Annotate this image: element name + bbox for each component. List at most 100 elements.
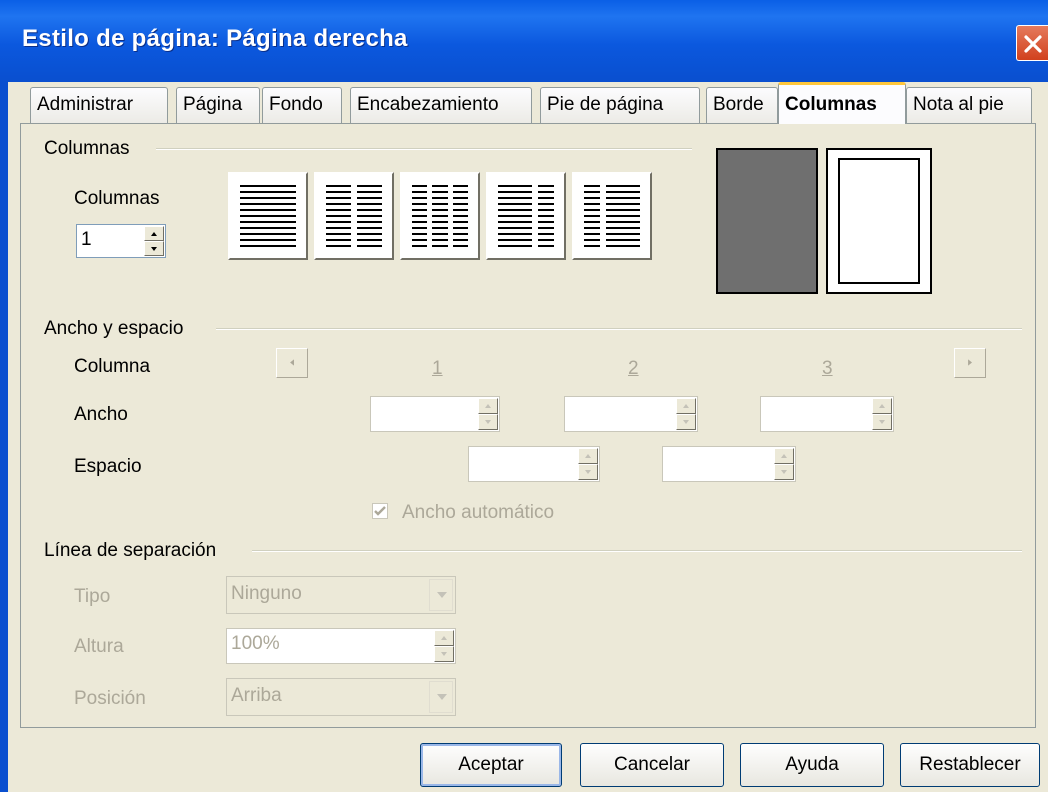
- tab-label: Nota al pie: [913, 94, 1004, 115]
- type-label: Tipo: [74, 586, 111, 607]
- column-number-3: 3: [822, 358, 833, 379]
- three-columns-icon: [412, 185, 468, 247]
- tab-label: Encabezamiento: [357, 94, 499, 115]
- two-columns-icon: [326, 185, 382, 247]
- next-column-button[interactable]: 🢒: [954, 348, 986, 378]
- right-wide-columns-icon: [584, 185, 640, 247]
- group-label-linea-separacion: Línea de separación: [44, 540, 217, 561]
- columns-count-stepper[interactable]: 1: [76, 224, 166, 258]
- window-title: Estilo de página: Página derecha: [22, 25, 408, 52]
- close-icon: [1024, 35, 1042, 53]
- arrow-up-icon: [485, 404, 491, 408]
- width-label: Ancho: [74, 404, 128, 425]
- dropdown-button[interactable]: [429, 681, 453, 713]
- tab-encabezamiento[interactable]: Encabezamiento: [350, 87, 532, 123]
- columns-count-value: 1: [81, 229, 92, 250]
- auto-width-label: Ancho automático: [402, 502, 555, 523]
- window-frame-left: [0, 82, 8, 792]
- cancel-button[interactable]: Cancelar: [580, 743, 724, 787]
- spacing-label: Espacio: [74, 456, 142, 477]
- arrow-down-icon: [441, 652, 447, 656]
- position-label: Posición: [74, 688, 146, 709]
- reset-button[interactable]: Restablecer: [900, 743, 1040, 787]
- stepper-down-button[interactable]: [434, 646, 454, 662]
- stepper-up-button[interactable]: [144, 226, 164, 241]
- width-field-3[interactable]: [760, 396, 894, 432]
- stepper-up-button[interactable]: [774, 448, 794, 464]
- height-field[interactable]: 100%: [226, 628, 456, 664]
- stepper-down-button[interactable]: [578, 464, 598, 480]
- chevron-down-icon: [437, 694, 447, 700]
- type-value: Ninguno: [231, 583, 302, 604]
- tab-administrar[interactable]: Administrar: [30, 87, 168, 123]
- width-field-2[interactable]: [564, 396, 698, 432]
- columns-count-label: Columnas: [74, 188, 160, 209]
- preset-one-column-button[interactable]: [228, 172, 308, 260]
- position-value: Arriba: [231, 685, 282, 706]
- stepper-up-button[interactable]: [578, 448, 598, 464]
- divider: [252, 550, 1022, 552]
- tab-label: Columnas: [785, 94, 877, 115]
- type-select[interactable]: Ninguno: [226, 576, 456, 614]
- spacing-field-1[interactable]: [468, 446, 600, 482]
- height-value: 100%: [231, 633, 280, 654]
- arrow-up-icon: [151, 231, 157, 236]
- arrow-right-icon: 🢒: [967, 354, 973, 370]
- arrow-up-icon: [683, 404, 689, 408]
- group-label-ancho-espacio: Ancho y espacio: [44, 318, 184, 339]
- stepper-down-button[interactable]: [676, 414, 696, 430]
- arrow-down-icon: [485, 420, 491, 424]
- column-number-2: 2: [628, 358, 639, 379]
- column-number-1: 1: [432, 358, 443, 379]
- help-button[interactable]: Ayuda: [740, 743, 884, 787]
- tab-pagina[interactable]: Página: [176, 87, 260, 123]
- arrow-down-icon: [151, 246, 157, 251]
- arrow-down-icon: [585, 470, 591, 474]
- position-select[interactable]: Arriba: [226, 678, 456, 716]
- preset-left-wide-button[interactable]: [486, 172, 566, 260]
- width-field-1[interactable]: [370, 396, 500, 432]
- tab-nota-al-pie[interactable]: Nota al pie: [906, 87, 1032, 123]
- tab-pie-de-pagina[interactable]: Pie de página: [540, 87, 700, 123]
- arrow-up-icon: [879, 404, 885, 408]
- preset-three-columns-button[interactable]: [400, 172, 480, 260]
- close-button[interactable]: [1016, 25, 1048, 61]
- height-label: Altura: [74, 636, 124, 657]
- stepper-down-button[interactable]: [774, 464, 794, 480]
- prev-column-button[interactable]: 🢐: [276, 348, 308, 378]
- tab-fondo[interactable]: Fondo: [262, 87, 342, 123]
- auto-width-checkbox[interactable]: [372, 503, 388, 519]
- column-label: Columna: [74, 356, 151, 377]
- divider: [216, 328, 1022, 330]
- stepper-down-button[interactable]: [144, 241, 164, 256]
- tab-label: Pie de página: [547, 94, 664, 115]
- preset-right-wide-button[interactable]: [572, 172, 652, 260]
- tab-label: Página: [183, 94, 243, 115]
- stepper-up-button[interactable]: [478, 398, 498, 414]
- preview-left-page: [716, 148, 818, 294]
- preset-two-columns-button[interactable]: [314, 172, 394, 260]
- stepper-up-button[interactable]: [872, 398, 892, 414]
- preview-right-page: [826, 148, 932, 294]
- arrow-down-icon: [781, 470, 787, 474]
- stepper-down-button[interactable]: [872, 414, 892, 430]
- spacing-field-2[interactable]: [662, 446, 796, 482]
- tab-label: Fondo: [269, 94, 323, 115]
- stepper-up-button[interactable]: [676, 398, 696, 414]
- stepper-down-button[interactable]: [478, 414, 498, 430]
- dropdown-button[interactable]: [429, 579, 453, 611]
- arrow-down-icon: [879, 420, 885, 424]
- arrow-down-icon: [683, 420, 689, 424]
- divider: [156, 148, 692, 150]
- tab-columnas[interactable]: Columnas: [778, 82, 906, 124]
- chevron-down-icon: [437, 592, 447, 598]
- stepper-up-button[interactable]: [434, 630, 454, 646]
- one-column-icon: [240, 185, 296, 247]
- checkmark-icon: [374, 506, 386, 516]
- group-label-columnas: Columnas: [44, 138, 130, 159]
- tab-label: Administrar: [37, 94, 134, 115]
- ok-button[interactable]: Aceptar: [420, 743, 562, 787]
- arrow-up-icon: [585, 454, 591, 458]
- tab-borde[interactable]: Borde: [706, 87, 778, 123]
- arrow-up-icon: [781, 454, 787, 458]
